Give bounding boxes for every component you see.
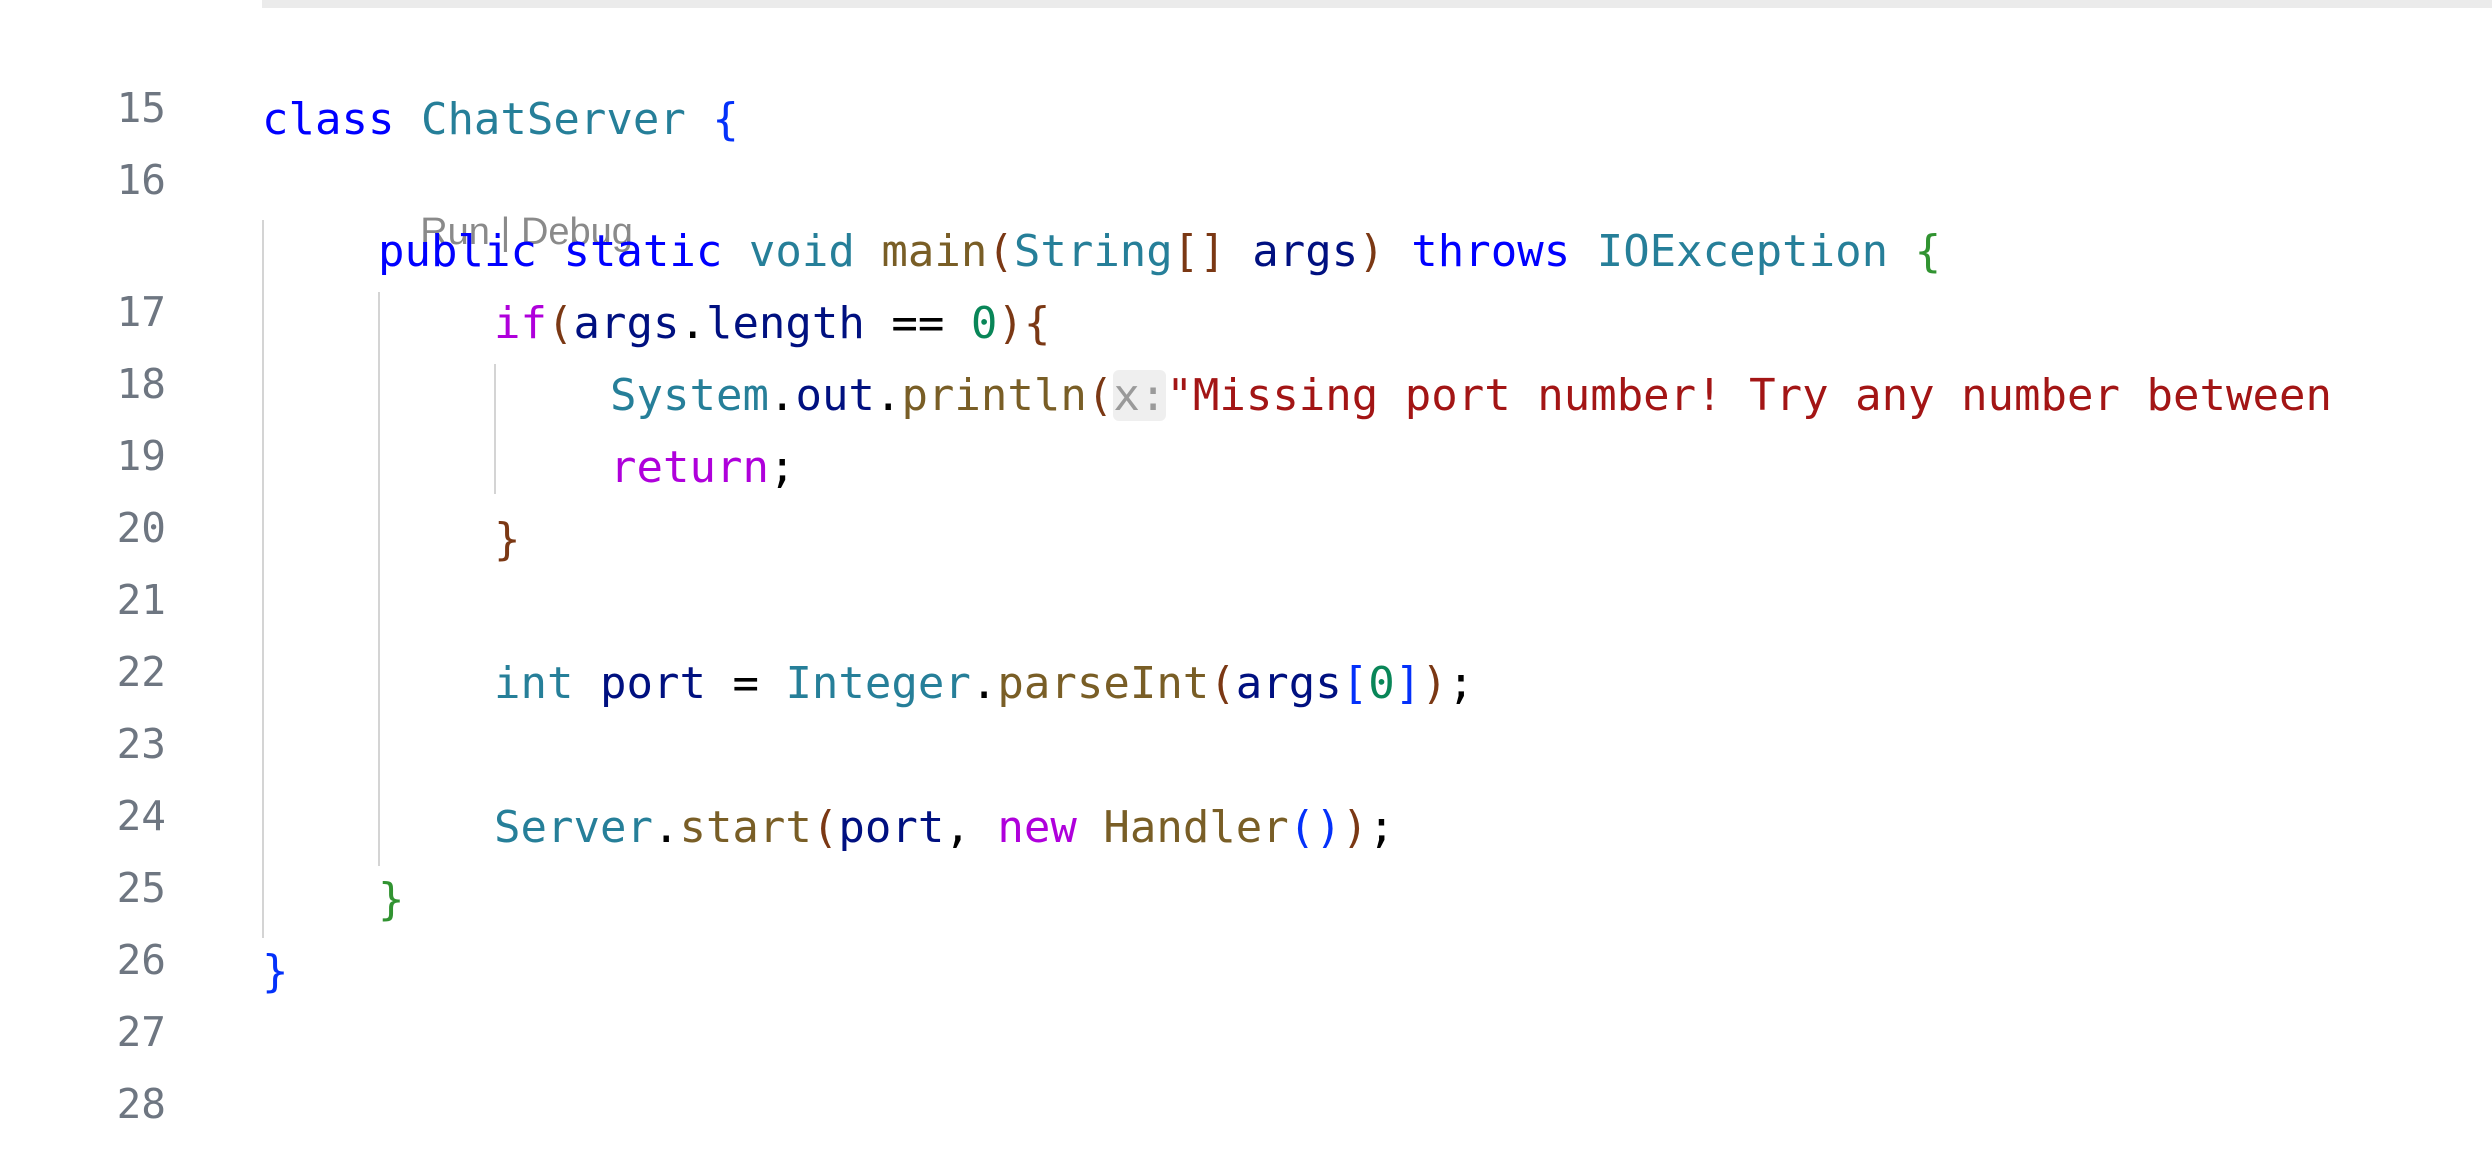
line-code: } [494, 514, 521, 565]
code-editor[interactable]: Run | Debug 15 16 class ChatServer { 17 … [0, 0, 2492, 1156]
line-code: return; [610, 442, 796, 493]
line-number: 28 [116, 1080, 166, 1128]
code-line-18[interactable]: 18 if(args.length == 0){ [0, 294, 2492, 408]
line-code: public static void main(String[] args) t… [378, 226, 1942, 277]
codelens-run-debug: Run | Debug [378, 160, 633, 253]
line-code: Server.start(port, new Handler()); [494, 802, 1395, 853]
code-line-15[interactable]: 15 [0, 18, 2492, 132]
code-line-20[interactable]: 20 return; [0, 438, 2492, 552]
code-line-26[interactable]: 26 } [0, 870, 2492, 984]
line-code: class ChatServer { [262, 94, 739, 145]
code-line-27[interactable]: 27 } [0, 942, 2492, 1056]
line-code: } [262, 946, 289, 997]
code-line-22[interactable]: 22 [0, 582, 2492, 696]
code-line-17[interactable]: 17 public static void main(String[] args… [0, 222, 2492, 336]
parameter-hint: x: [1113, 370, 1167, 421]
code-line-25[interactable]: 25 Server.start(port, new Handler()); [0, 798, 2492, 912]
code-line-19[interactable]: 19 System.out.println(x:"Missing port nu… [0, 366, 2492, 480]
code-line-28[interactable]: 28 [0, 1014, 2492, 1128]
line-code: if(args.length == 0){ [494, 298, 1051, 349]
code-line-24[interactable]: 24 [0, 726, 2492, 840]
code-line-21[interactable]: 21 } [0, 510, 2492, 624]
code-line-16[interactable]: 16 class ChatServer { [0, 90, 2492, 204]
line-number: 16 [116, 156, 166, 204]
code-line-23[interactable]: 23 int port = Integer.parseInt(args[0]); [0, 654, 2492, 768]
editor-top-border [262, 0, 2492, 8]
line-code: System.out.println(x:"Missing port numbe… [610, 370, 2332, 421]
line-code: int port = Integer.parseInt(args[0]); [494, 658, 1475, 709]
line-code: } [378, 874, 405, 925]
